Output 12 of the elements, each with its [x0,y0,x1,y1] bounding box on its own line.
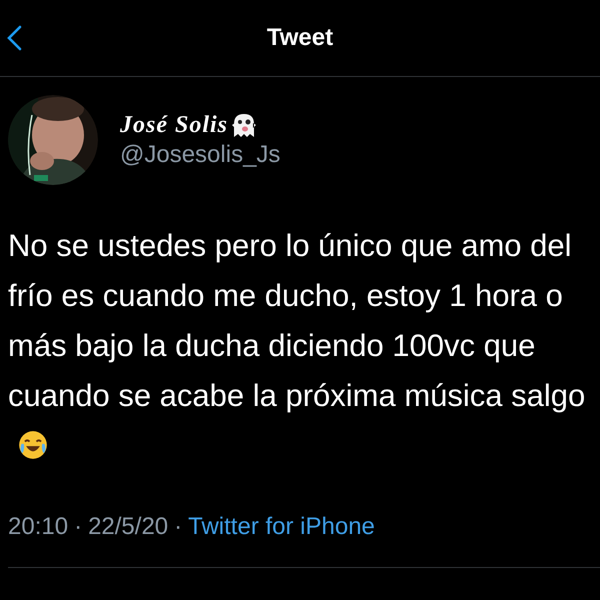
tweet-date: 22/5/20 [88,513,168,541]
tweet-text: No se ustedes pero lo único que amo del frío es cuando me ducho, estoy 1 hora o más bajo la ducha diciendo 100vc que cuando se acabe la próxima música salgo [8,228,586,413]
page-title: Tweet [266,24,334,52]
author-name: José Solis [120,112,228,138]
laughing-face-icon [18,430,48,460]
separator-dot: · [74,513,82,541]
tweet-time: 20:10 [8,513,68,541]
source-link[interactable]: Twitter for iPhone [188,513,375,541]
ghost-icon [230,111,258,139]
back-icon[interactable] [6,25,22,51]
separator-dot: · [174,513,182,541]
author-handle: @Josesolis_Js [120,141,280,169]
